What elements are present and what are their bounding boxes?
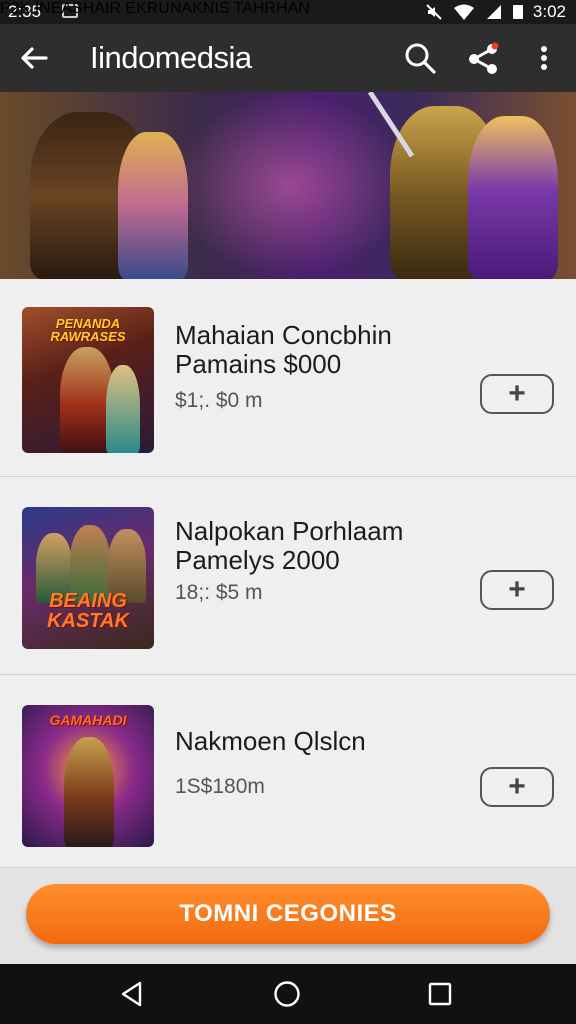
plus-icon: + [508,573,526,606]
status-right-time: 3:02 [532,2,566,21]
item-thumbnail[interactable]: GAMAHADI [22,705,154,847]
item-thumbnail[interactable]: BEAING KASTAK [22,507,154,649]
battery-icon [512,5,523,19]
primary-cta-button[interactable]: TOMNI CEGONIES [26,884,550,944]
item-name-line2: Pamains $000 [175,349,342,379]
item-thumbnail[interactable]: PENANDA RAWRASES [22,307,154,453]
promo-banner[interactable] [0,92,576,279]
bottom-action-area: TOMNI CEGONIES [0,868,576,964]
status-icons: 3:02 [425,2,566,22]
back-triangle-icon[interactable] [118,980,146,1008]
home-circle-icon[interactable] [273,980,301,1008]
recents-square-icon[interactable] [426,980,454,1008]
thumb-hero [64,737,114,847]
item-name: Nalpokan Porhlaam [175,516,404,546]
banner-tag: P2K [0,0,31,17]
cta-label: TOMNI CEGONIES [179,900,397,927]
item-name: Mahaian Concbhin [175,320,392,350]
back-arrow-icon[interactable] [16,40,52,76]
wifi-icon [453,4,474,20]
item-name: Nakmoen Qlslcn [175,726,366,756]
add-button[interactable]: + [480,374,554,414]
banner-title-2: TAHRHAN [233,0,310,17]
thumb-hero-side [106,365,140,453]
more-vert-icon[interactable] [526,40,562,76]
thumb-title: BEAING KASTAK [47,590,129,632]
plus-icon: + [508,377,526,410]
banner-hero-right [468,116,558,279]
list-item[interactable]: GAMAHADI Nakmoen Qlslcn 1S$180m + [0,675,576,868]
plus-icon: + [508,770,526,803]
app-bar: Iindomedsia [0,24,576,92]
signal-icon [486,5,501,19]
share-icon[interactable] [466,40,502,76]
page-title: Iindomedsia [90,40,252,75]
banner-hero-girl [118,132,188,279]
list-item[interactable]: PENANDA RAWRASES Mahaian Concbhin Pamain… [0,279,576,477]
item-price: 1S$180m [175,775,265,798]
mute-icon [426,4,442,20]
add-button[interactable]: + [480,767,554,807]
list-item[interactable]: BEAING KASTAK Nalpokan Porhlaam Pamelys … [0,477,576,675]
thumb-title: GAMAHADI [49,712,127,728]
item-name-line2: Pamelys 2000 [175,545,340,575]
banner-sword [367,92,415,158]
item-price: 18;: $5 m [175,581,263,604]
system-nav-bar [0,964,576,1024]
item-price: $1;. $0 m [175,389,263,412]
banner-subtitle: EKRUNAKNIS [125,0,230,17]
banner-title: INEASHAIR [34,0,121,17]
add-button[interactable]: + [480,570,554,610]
search-icon[interactable] [402,40,438,76]
thumb-title: PENANDA RAWRASES [50,316,126,344]
